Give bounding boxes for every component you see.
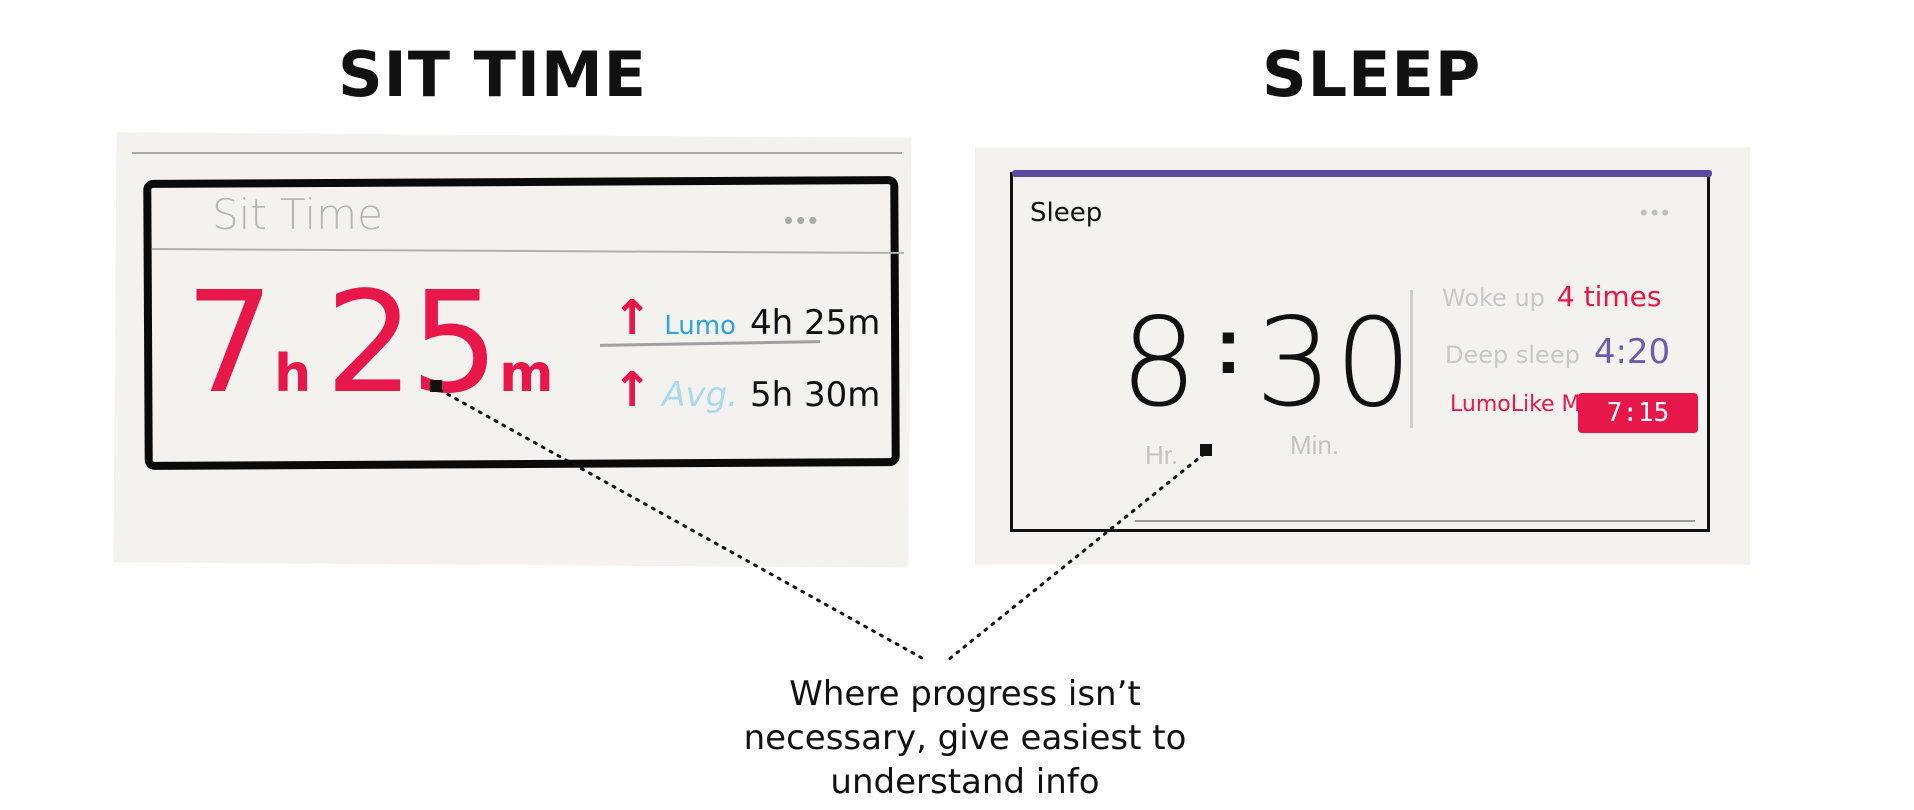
stat-label: LumoLike Me bbox=[1450, 392, 1595, 417]
comparison-label: Avg. bbox=[662, 375, 738, 415]
caption-line: necessary, give easiest to bbox=[743, 718, 1187, 758]
stat-value: 4:20 bbox=[1593, 332, 1671, 372]
sleep-hours-value: 8 bbox=[1120, 292, 1198, 434]
sit-total-time: 7h 25m bbox=[185, 262, 567, 425]
stat-value: 4 times bbox=[1556, 280, 1662, 313]
stat-lumo-like-me: LumoLike Me bbox=[1450, 392, 1594, 417]
sleep-more-menu-icon[interactable]: ••• bbox=[1640, 200, 1672, 226]
stat-label: Deep sleep bbox=[1445, 341, 1580, 369]
stat-label: Woke up bbox=[1442, 284, 1545, 312]
sleep-minutes-value: 30 bbox=[1255, 292, 1415, 434]
caption-line: Where progress isn’t bbox=[789, 674, 1141, 714]
comparison-value: 4h 25m bbox=[749, 303, 881, 343]
sleep-accent-bar bbox=[1012, 170, 1712, 177]
sit-more-menu-icon[interactable]: ••• bbox=[784, 205, 820, 236]
sleep-time-colon: : bbox=[1215, 301, 1242, 390]
sleep-stats-divider bbox=[1410, 290, 1413, 428]
sit-minutes-unit: m bbox=[499, 344, 554, 404]
sleep-card-title: Sleep bbox=[1030, 198, 1103, 228]
comparison-value: 5h 30m bbox=[750, 375, 881, 415]
comparison-row-avg: ↑ Avg. 5h 30m bbox=[612, 362, 880, 418]
comparison-row-lumo: ↑ Lumo 4h 25m bbox=[612, 290, 880, 346]
sit-sketch-top-line bbox=[132, 152, 902, 154]
sleep-heading: SLEEP bbox=[1262, 38, 1482, 111]
stat-woke-up: Woke up 4 times bbox=[1442, 280, 1661, 313]
sit-hours-unit: h bbox=[274, 344, 312, 404]
sleep-bottom-line bbox=[1135, 520, 1695, 522]
annotation-caption: Where progress isn’t necessary, give eas… bbox=[710, 672, 1220, 804]
stat-deep-sleep: Deep sleep 4:20 bbox=[1445, 332, 1670, 372]
sit-hours-value: 7 bbox=[185, 262, 274, 425]
comparison-label: Lumo bbox=[664, 311, 736, 341]
sit-time-card-title: Sit Time bbox=[212, 190, 383, 239]
caption-line: understand info bbox=[830, 762, 1100, 802]
up-arrow-icon: ↑ bbox=[612, 290, 653, 346]
sleep-hours-label: Hr. bbox=[1145, 440, 1179, 470]
up-arrow-icon: ↑ bbox=[612, 362, 653, 418]
lumo-like-me-badge: 7:15 bbox=[1578, 393, 1698, 433]
sleep-minutes-label: Min. bbox=[1290, 430, 1340, 460]
sit-minutes-value: 25 bbox=[325, 262, 499, 425]
sit-time-heading: SIT TIME bbox=[338, 38, 648, 111]
